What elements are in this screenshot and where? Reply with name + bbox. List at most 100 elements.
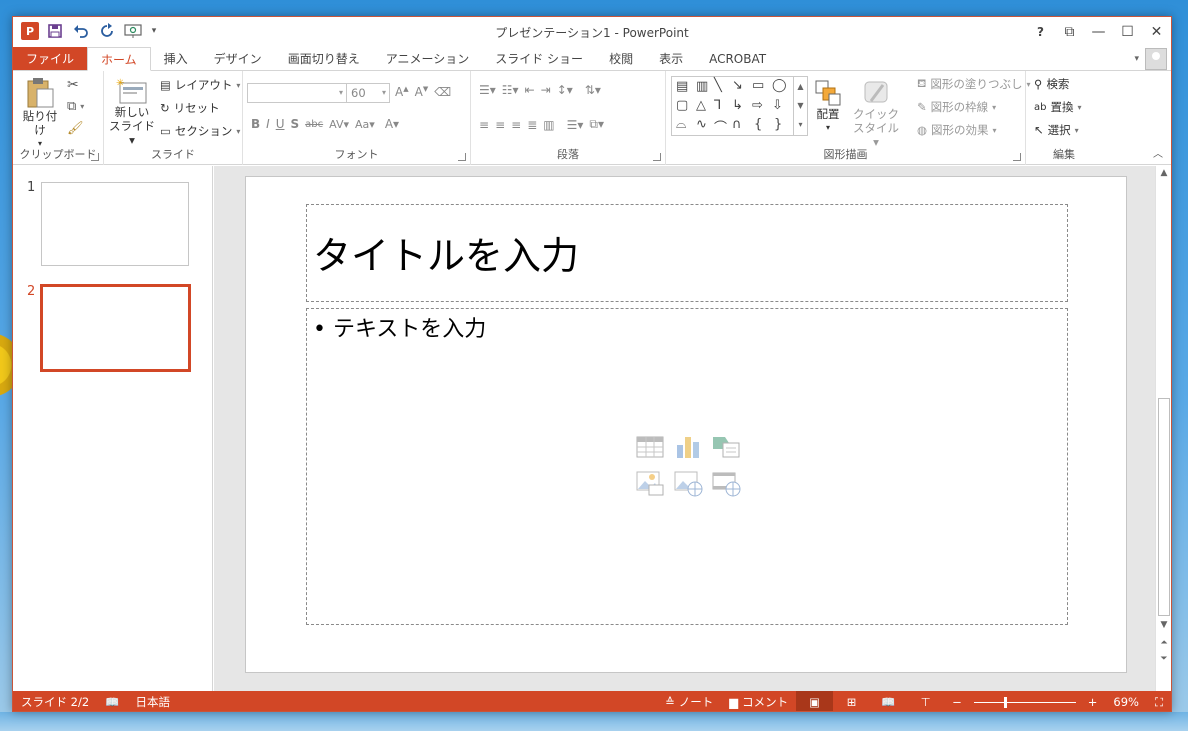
rounded-rect-shape-icon[interactable]: ▢: [676, 98, 688, 113]
slideshow-view-button[interactable]: ⊤: [907, 691, 944, 711]
arc-shape-icon[interactable]: ⌒: [714, 117, 727, 136]
freeform-shape-icon[interactable]: ⌓: [676, 117, 686, 132]
bold-icon[interactable]: B: [251, 117, 260, 131]
text-direction-icon[interactable]: ⇅▾: [585, 83, 601, 97]
shapes-scroll[interactable]: ▲ ▼ ▾: [793, 77, 807, 135]
tab-acrobat[interactable]: ACROBAT: [696, 47, 779, 70]
insert-table-icon[interactable]: [635, 433, 665, 463]
font-name-combo[interactable]: ▾: [247, 83, 347, 103]
normal-view-button[interactable]: ▣: [796, 691, 834, 711]
align-text-icon[interactable]: ☰▾: [567, 118, 584, 132]
strikethrough-icon[interactable]: abc: [305, 119, 323, 130]
arrow-line-shape-icon[interactable]: ↘: [732, 78, 743, 93]
right-brace-shape-icon[interactable]: }: [774, 117, 782, 132]
textbox-shape-icon[interactable]: ▤: [676, 79, 688, 94]
tab-review[interactable]: 校閲: [596, 47, 646, 70]
shape-fill-button[interactable]: ⛾ 図形の塗りつぶし ▾: [917, 76, 1031, 92]
reading-view-button[interactable]: 📖: [870, 691, 907, 711]
scribble-shape-icon[interactable]: ∿: [696, 117, 707, 132]
tab-file[interactable]: ファイル: [13, 47, 88, 70]
help-button[interactable]: ?: [1026, 17, 1055, 47]
bullets-icon[interactable]: ☰▾: [479, 83, 496, 97]
close-button[interactable]: ✕: [1142, 17, 1171, 47]
minimize-button[interactable]: —: [1084, 17, 1113, 47]
change-case-icon[interactable]: Aa▾: [355, 118, 375, 131]
avatar[interactable]: [1145, 47, 1167, 70]
arrange-button[interactable]: 配置 ▾: [808, 79, 848, 135]
notes-button[interactable]: ≙ ノート: [657, 694, 721, 710]
char-spacing-icon[interactable]: AV▾: [329, 118, 349, 131]
insert-picture-icon[interactable]: [635, 469, 665, 499]
vertical-scrollbar[interactable]: ▲ ▼ ⏶ ⏷: [1155, 166, 1171, 691]
insert-video-icon[interactable]: [711, 469, 741, 499]
content-placeholder[interactable]: • テキストを入力: [306, 308, 1068, 625]
new-slide-button[interactable]: ✳ 新しい スライド ▾: [108, 77, 156, 147]
align-right-icon[interactable]: ≡: [511, 118, 521, 132]
shapes-gallery[interactable]: ▤ ▥ ╲ ↘ ▭ ◯ ▢ △ ⅂ ↳ ⇨ ⇩ ⌓ ∿ ⌒ ∩ { } ▲ ▼ ▾: [671, 76, 808, 136]
oval-shape-icon[interactable]: ◯: [772, 78, 787, 93]
underline-icon[interactable]: U: [276, 117, 285, 131]
zoom-level[interactable]: 69%: [1105, 695, 1147, 709]
rectangle-shape-icon[interactable]: ▭: [752, 78, 764, 93]
format-painter-button[interactable]: 🖌: [67, 121, 84, 136]
scroll-down-icon[interactable]: ▼: [1156, 620, 1171, 634]
vertical-textbox-shape-icon[interactable]: ▥: [696, 79, 708, 94]
increase-indent-icon[interactable]: ⇥: [541, 83, 551, 97]
tab-design[interactable]: デザイン: [201, 47, 275, 70]
tab-slideshow[interactable]: スライド ショー: [482, 47, 596, 70]
italic-icon[interactable]: I: [266, 117, 270, 131]
replace-button[interactable]: ab 置換 ▾: [1034, 99, 1082, 115]
comments-button[interactable]: ▆ コメント: [721, 694, 796, 710]
tab-transitions[interactable]: 画面切り替え: [275, 47, 373, 70]
title-placeholder[interactable]: タイトルを入力: [306, 204, 1068, 302]
curve-shape-icon[interactable]: ∩: [732, 117, 742, 132]
fit-to-window-icon[interactable]: ⛶: [1147, 695, 1171, 710]
triangle-shape-icon[interactable]: △: [696, 98, 706, 113]
scroll-up-icon[interactable]: ▲: [1156, 168, 1171, 182]
layout-button[interactable]: ▤ レイアウト ▾: [160, 77, 240, 93]
down-arrow-shape-icon[interactable]: ⇩: [772, 98, 783, 113]
clipboard-launcher-icon[interactable]: [91, 153, 99, 161]
align-left-icon[interactable]: ≡: [479, 118, 489, 132]
insert-chart-icon[interactable]: [673, 433, 703, 463]
align-center-icon[interactable]: ≡: [495, 118, 505, 132]
section-button[interactable]: ▭ セクション ▾: [160, 123, 240, 139]
elbow-arrow-shape-icon[interactable]: ↳: [732, 98, 743, 113]
ribbon-display-options-button[interactable]: ⧉: [1055, 17, 1084, 47]
grow-font-icon[interactable]: A▲: [395, 85, 409, 99]
right-arrow-shape-icon[interactable]: ⇨: [752, 98, 763, 113]
paragraph-launcher-icon[interactable]: [653, 153, 661, 161]
shadow-icon[interactable]: S: [291, 117, 300, 131]
font-color-icon[interactable]: A▾: [385, 117, 399, 131]
slide-thumbnail-2[interactable]: [40, 284, 191, 372]
tab-animations[interactable]: アニメーション: [373, 47, 483, 70]
zoom-slider[interactable]: [973, 696, 1076, 708]
elbow-connector-shape-icon[interactable]: ⅂: [714, 98, 721, 113]
language-indicator[interactable]: 日本語: [128, 694, 179, 710]
columns-icon[interactable]: ▥: [543, 118, 554, 132]
maximize-button[interactable]: ☐: [1113, 17, 1142, 47]
drawing-launcher-icon[interactable]: [1013, 153, 1021, 161]
reset-button[interactable]: ↻ リセット: [160, 100, 220, 116]
find-button[interactable]: ⚲ 検索: [1034, 76, 1069, 92]
zoom-in-icon[interactable]: +: [1080, 695, 1106, 709]
quick-styles-button[interactable]: クイック スタイル ▾: [851, 79, 901, 149]
tab-insert[interactable]: 挿入: [151, 47, 201, 70]
justify-icon[interactable]: ≣: [527, 118, 537, 132]
shrink-font-icon[interactable]: A▼: [415, 85, 429, 99]
decrease-indent-icon[interactable]: ⇤: [525, 83, 535, 97]
left-brace-shape-icon[interactable]: {: [754, 117, 762, 132]
clear-formatting-icon[interactable]: ⌫: [434, 85, 451, 99]
smartart-icon[interactable]: ⧉▾: [589, 117, 604, 132]
tab-view[interactable]: 表示: [646, 47, 696, 70]
slide-sorter-view-button[interactable]: ⊞: [833, 691, 870, 711]
font-size-combo[interactable]: 60 ▾: [346, 83, 390, 103]
shape-effects-button[interactable]: ◍ 図形の効果 ▾: [917, 122, 997, 138]
account-dropdown-icon[interactable]: ▾: [1134, 54, 1139, 64]
insert-online-picture-icon[interactable]: [673, 469, 703, 499]
line-shape-icon[interactable]: ╲: [714, 78, 722, 93]
previous-slide-icon[interactable]: ⏶: [1156, 638, 1171, 652]
scrollbar-thumb[interactable]: [1158, 398, 1170, 616]
select-button[interactable]: ↖ 選択 ▾: [1034, 122, 1079, 138]
cut-button[interactable]: ✂: [67, 77, 79, 93]
